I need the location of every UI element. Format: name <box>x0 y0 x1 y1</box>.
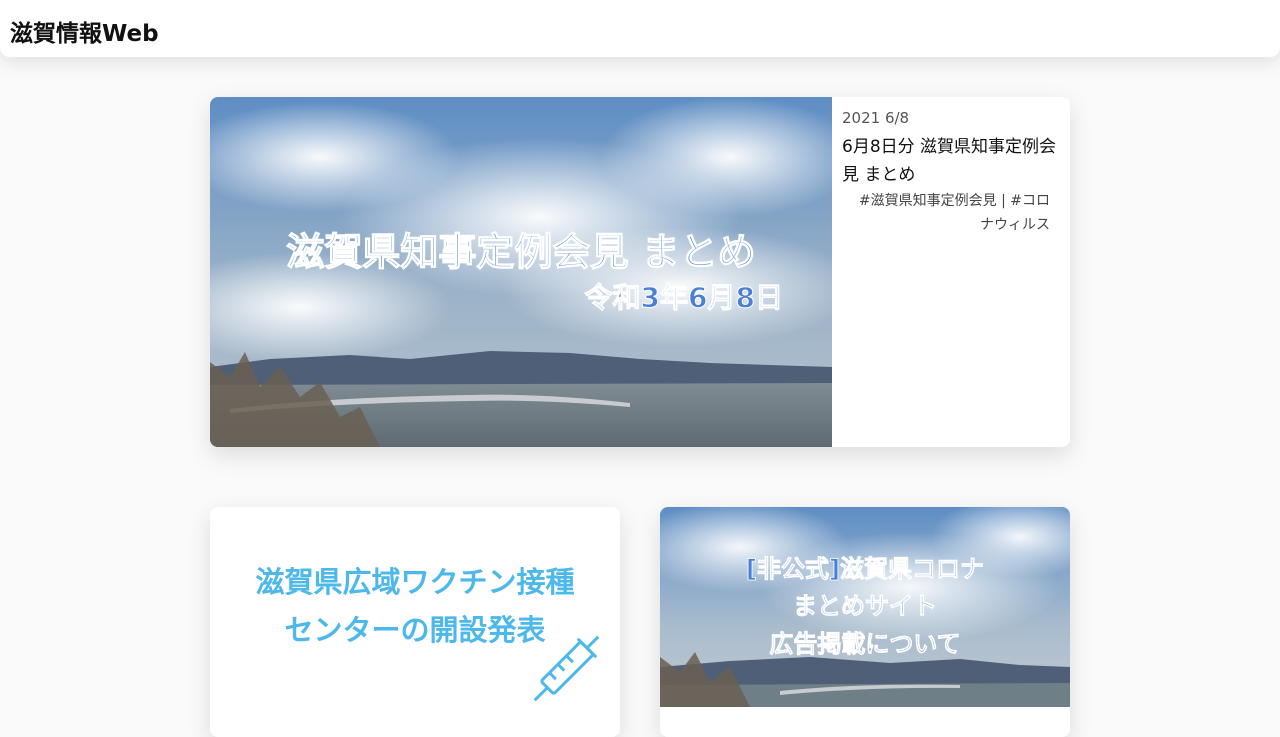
post-tags[interactable]: #滋賀県知事定例会見 | #コロナウィルス <box>850 189 1050 237</box>
vaccine-center-image: 滋賀県広域ワクチン接種 センターの開設発表 <box>210 507 620 707</box>
featured-image-title: 滋賀県知事定例会見 まとめ <box>286 230 755 274</box>
site-title[interactable]: 滋賀情報Web <box>10 14 159 48</box>
featured-post-meta: 2021 6/8 6月8日分 滋賀県知事定例会見 まとめ #滋賀県知事定例会見 … <box>842 97 1062 447</box>
post-card-ad-info[interactable]: [非公式]滋賀県コロナ まとめサイト 広告掲載について <box>660 507 1070 737</box>
post-title-link[interactable]: 6月8日分 滋賀県知事定例会見 まとめ <box>842 133 1057 189</box>
ad-info-image: [非公式]滋賀県コロナ まとめサイト 広告掲載について <box>660 507 1070 707</box>
featured-post-image[interactable]: 滋賀県知事定例会見 まとめ 令和3年6月8日 <box>210 97 832 447</box>
vaccine-image-line2: センターの開設発表 <box>284 613 545 647</box>
featured-image-subtitle: 令和3年6月8日 <box>585 281 783 314</box>
post-card-vaccine[interactable]: 滋賀県広域ワクチン接種 センターの開設発表 <box>210 507 620 737</box>
vaccine-image-line1: 滋賀県広域ワクチン接種 <box>255 565 574 599</box>
post-date: 2021 6/8 <box>842 109 910 127</box>
site-header: 滋賀情報Web <box>0 0 1280 57</box>
lake-biwa-photo: 滋賀県知事定例会見 まとめ 令和3年6月8日 <box>210 97 832 447</box>
ad-image-line3: 広告掲載について <box>769 630 960 658</box>
ad-image-line1: [非公式]滋賀県コロナ <box>746 555 984 583</box>
featured-post-card[interactable]: 滋賀県知事定例会見 まとめ 令和3年6月8日 2021 6/8 6月8日分 滋賀… <box>210 97 1070 447</box>
ad-image-line2: まとめサイト <box>793 592 937 620</box>
